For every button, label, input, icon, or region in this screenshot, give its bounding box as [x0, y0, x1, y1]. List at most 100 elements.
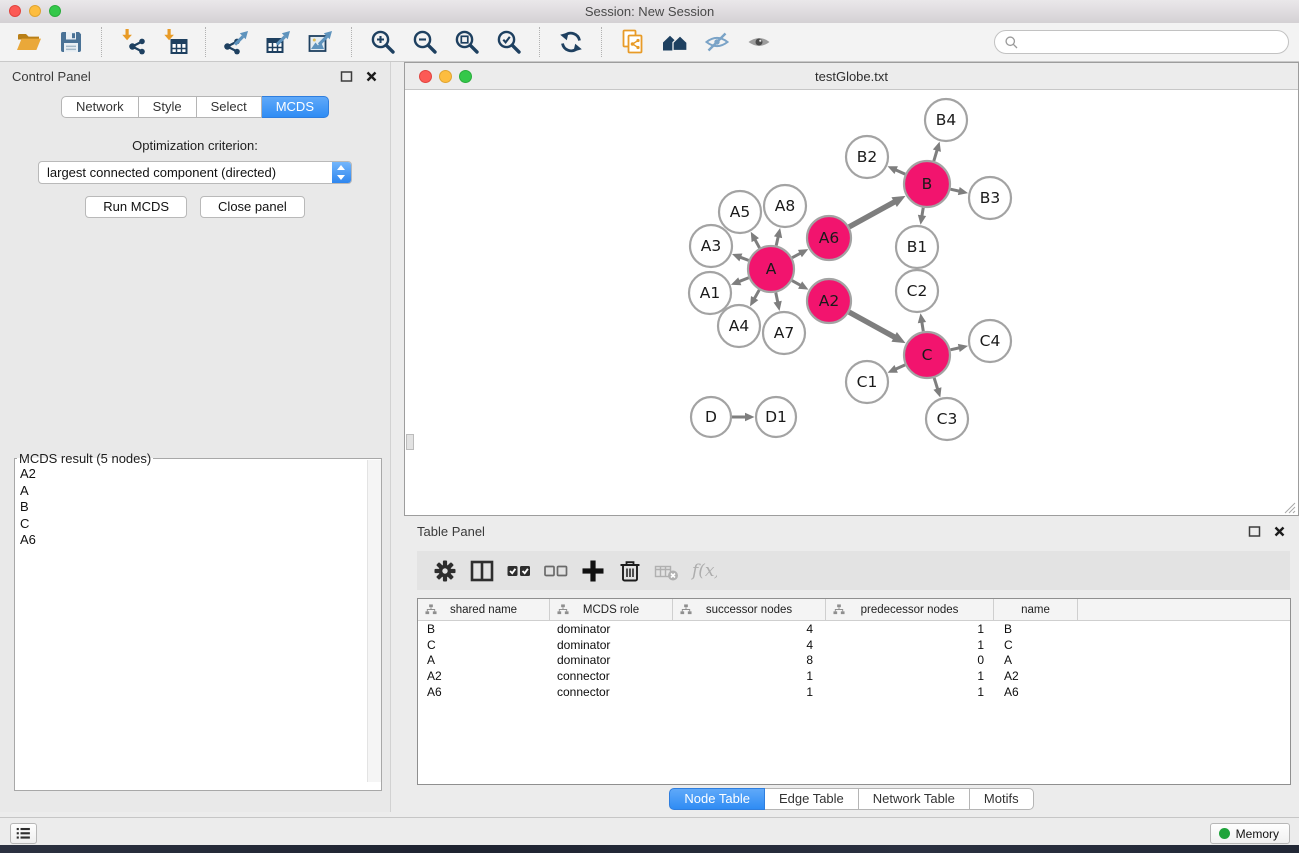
show-all-button[interactable]: [746, 29, 772, 55]
close-panel-action-button[interactable]: Close panel: [200, 196, 305, 218]
tab-network[interactable]: Network: [61, 96, 139, 118]
network-graph-canvas[interactable]: B4B2BB3A5A8A6B1A3AA1C2A2A4A7C4CC1C3DD1: [405, 89, 1298, 515]
graph-edge-A2-C[interactable]: [849, 312, 895, 338]
table-cell[interactable]: 1: [673, 685, 826, 699]
table-cell[interactable]: A: [994, 653, 1078, 667]
table-cell[interactable]: connector: [550, 669, 673, 683]
column-header-predecessor-nodes[interactable]: predecessor nodes: [826, 599, 994, 620]
table-cell[interactable]: connector: [550, 685, 673, 699]
mcds-result-item[interactable]: A: [15, 483, 367, 500]
search-input[interactable]: [1024, 34, 1279, 51]
zoom-out-button[interactable]: [412, 29, 438, 55]
refresh-button[interactable]: [558, 29, 584, 55]
mcds-result-item[interactable]: B: [15, 499, 367, 516]
table-cell[interactable]: 1: [826, 685, 994, 699]
import-table-button[interactable]: [162, 29, 188, 55]
column-header-MCDS-role[interactable]: MCDS role: [550, 599, 673, 620]
table-cell[interactable]: C: [418, 638, 550, 652]
table-cell[interactable]: A2: [418, 669, 550, 683]
graph-edge-C-C3[interactable]: [934, 378, 938, 390]
table-cell[interactable]: dominator: [550, 653, 673, 667]
float-panel-button[interactable]: [339, 69, 353, 83]
table-cell[interactable]: 4: [673, 638, 826, 652]
table-settings-button[interactable]: [432, 558, 458, 584]
new-network-from-selection-button[interactable]: [620, 29, 646, 55]
splitter-grip[interactable]: [406, 434, 414, 450]
select-all-columns-button[interactable]: [506, 558, 532, 584]
export-network-button[interactable]: [224, 29, 250, 55]
column-header-name[interactable]: name: [994, 599, 1078, 620]
hide-selected-button[interactable]: [704, 29, 730, 55]
import-network-button[interactable]: [120, 29, 146, 55]
open-session-button[interactable]: [16, 29, 42, 55]
table-row[interactable]: Bdominator41B: [418, 621, 1290, 637]
toggle-panel-columns-button[interactable]: [469, 558, 495, 584]
tab-mcds[interactable]: MCDS: [262, 96, 329, 118]
graph-edge-A-A5[interactable]: [755, 239, 760, 248]
table-cell[interactable]: A2: [994, 669, 1078, 683]
close-panel-button[interactable]: [364, 69, 378, 83]
table-cell[interactable]: 1: [826, 638, 994, 652]
table-cell[interactable]: C: [994, 638, 1078, 652]
task-history-button[interactable]: [10, 823, 37, 844]
close-table-panel-button[interactable]: [1272, 524, 1286, 538]
tab-edge-table[interactable]: Edge Table: [765, 788, 859, 810]
table-row[interactable]: Adominator80A: [418, 652, 1290, 668]
add-column-button[interactable]: [580, 558, 606, 584]
graph-edge-A-A6[interactable]: [792, 253, 801, 258]
zoom-fit-button[interactable]: [454, 29, 480, 55]
float-table-panel-button[interactable]: [1247, 524, 1261, 538]
graph-edge-A-A7[interactable]: [776, 293, 778, 304]
tab-node-table[interactable]: Node Table: [669, 788, 765, 810]
table-row[interactable]: A2connector11A2: [418, 668, 1290, 684]
graph-edge-B-B3[interactable]: [950, 189, 960, 191]
tab-select[interactable]: Select: [197, 96, 262, 118]
search-box[interactable]: [994, 30, 1289, 54]
graph-edge-C-C1[interactable]: [895, 365, 905, 370]
table-cell[interactable]: dominator: [550, 622, 673, 636]
table-cell[interactable]: 0: [826, 653, 994, 667]
deselect-all-columns-button[interactable]: [543, 558, 569, 584]
tab-network-table[interactable]: Network Table: [859, 788, 970, 810]
mcds-result-item[interactable]: C: [15, 516, 367, 533]
table-cell[interactable]: 8: [673, 653, 826, 667]
graph-edge-B-B2[interactable]: [895, 170, 905, 175]
mcds-result-item[interactable]: A2: [15, 466, 367, 483]
table-cell[interactable]: 1: [673, 669, 826, 683]
table-cell[interactable]: B: [994, 622, 1078, 636]
zoom-in-button[interactable]: [370, 29, 396, 55]
export-image-button[interactable]: [308, 29, 334, 55]
first-neighbors-button[interactable]: [662, 29, 688, 55]
table-cell[interactable]: A: [418, 653, 550, 667]
column-header-shared-name[interactable]: shared name: [418, 599, 550, 620]
export-table-button[interactable]: [266, 29, 292, 55]
graph-edge-A-A2[interactable]: [792, 281, 801, 286]
graph-edge-C-C4[interactable]: [950, 348, 960, 350]
table-cell[interactable]: A6: [418, 685, 550, 699]
table-cell[interactable]: dominator: [550, 638, 673, 652]
tab-motifs[interactable]: Motifs: [970, 788, 1034, 810]
save-session-button[interactable]: [58, 29, 84, 55]
mcds-result-item[interactable]: A6: [15, 532, 367, 549]
delete-column-button[interactable]: [617, 558, 643, 584]
tab-style[interactable]: Style: [139, 96, 197, 118]
run-mcds-button[interactable]: Run MCDS: [85, 196, 187, 218]
table-cell[interactable]: 1: [826, 622, 994, 636]
graph-edge-C-C2[interactable]: [922, 321, 924, 331]
zoom-selected-button[interactable]: [496, 29, 522, 55]
graph-edge-A6-B[interactable]: [849, 201, 895, 227]
graph-edge-A-A1[interactable]: [738, 278, 748, 282]
mcds-list-scrollbar[interactable]: [367, 460, 381, 782]
graph-edge-A-A4[interactable]: [754, 290, 759, 299]
table-cell[interactable]: B: [418, 622, 550, 636]
table-cell[interactable]: A6: [994, 685, 1078, 699]
window-resize-grip[interactable]: [1285, 503, 1295, 513]
table-row[interactable]: A6connector11A6: [418, 684, 1290, 700]
table-cell[interactable]: 1: [826, 669, 994, 683]
column-header-successor-nodes[interactable]: successor nodes: [673, 599, 826, 620]
graph-edge-B-B4[interactable]: [934, 149, 937, 161]
optimization-criterion-select[interactable]: largest connected component (directed): [38, 161, 352, 184]
graph-edge-A-A8[interactable]: [776, 236, 778, 246]
memory-button[interactable]: Memory: [1210, 823, 1290, 844]
table-cell[interactable]: 4: [673, 622, 826, 636]
